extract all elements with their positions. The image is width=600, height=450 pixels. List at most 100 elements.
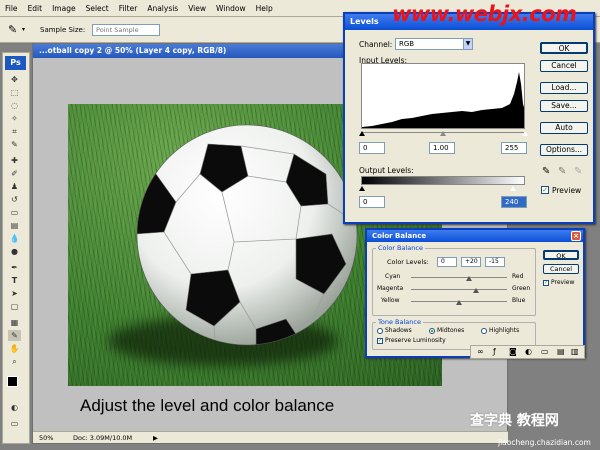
zoom-tool-icon[interactable]: ⌕ (8, 356, 21, 367)
levels-preview-checkbox[interactable]: ✓ (541, 186, 549, 194)
blur-tool-icon[interactable]: 💧 (8, 233, 21, 244)
menu-image[interactable]: Image (47, 0, 81, 17)
move-tool-icon[interactable]: ✥ (8, 74, 21, 85)
trash-icon[interactable]: ▥ (571, 347, 579, 356)
cyan-red-track (411, 277, 507, 278)
tutorial-caption: Adjust the level and color balance (80, 396, 335, 415)
output-black-thumb[interactable] (359, 186, 365, 191)
levels-auto-button[interactable]: Auto (540, 122, 588, 134)
gradient-tool-icon[interactable]: ▤ (8, 220, 21, 231)
levels-load-button[interactable]: Load... (540, 82, 588, 94)
crop-tool-icon[interactable]: ⌗ (8, 126, 21, 137)
color-level-1-field[interactable]: 0 (437, 257, 457, 267)
output-levels-label: Output Levels: (359, 166, 414, 175)
menu-filter[interactable]: Filter (114, 0, 143, 17)
chevron-down-icon[interactable]: ▼ (463, 38, 473, 50)
magenta-label: Magenta (377, 285, 404, 292)
color-level-3-field[interactable]: -15 (485, 257, 505, 267)
healing-brush-icon[interactable]: ✚ (8, 155, 21, 166)
menu-edit[interactable]: Edit (23, 0, 48, 17)
menu-select[interactable]: Select (81, 0, 114, 17)
shape-tool-icon[interactable]: ▢ (8, 301, 21, 312)
preserve-luminosity-checkbox[interactable]: ✓ (377, 338, 383, 344)
channel-label: Channel: (359, 40, 393, 49)
hand-tool-icon[interactable]: ✋ (8, 343, 21, 354)
color-balance-cancel-button[interactable]: Cancel (543, 264, 579, 274)
levels-cancel-button[interactable]: Cancel (540, 60, 588, 72)
screen-mode-icon[interactable]: ▭ (8, 418, 21, 429)
input-black-thumb[interactable] (359, 131, 365, 136)
chevron-down-icon[interactable]: ▾ (22, 26, 25, 33)
dodge-tool-icon[interactable]: ● (8, 246, 21, 257)
magenta-green-track (411, 289, 507, 290)
close-icon[interactable]: × (571, 231, 581, 241)
input-gamma-thumb[interactable] (440, 131, 446, 136)
adjustment-icon[interactable]: ◐ (525, 347, 532, 356)
input-black-field[interactable]: 0 (359, 142, 385, 154)
foreground-color-swatch[interactable] (7, 376, 18, 387)
white-eyedropper-icon[interactable]: ✎ (574, 166, 582, 177)
output-white-thumb[interactable] (510, 186, 516, 191)
color-balance-preview-label: Preview (551, 279, 575, 286)
output-gradient (361, 176, 525, 185)
pen-tool-icon[interactable]: ✒ (8, 262, 21, 273)
quick-mask-icon[interactable]: ◐ (8, 402, 21, 413)
highlights-radio[interactable] (481, 328, 487, 334)
histogram (361, 63, 525, 129)
magic-wand-icon[interactable]: ✧ (8, 113, 21, 124)
menu-file[interactable]: File (0, 0, 23, 17)
menu-help[interactable]: Help (251, 0, 278, 17)
green-label: Green (512, 285, 531, 292)
menu-view[interactable]: View (183, 0, 211, 17)
channel-select[interactable]: RGB (395, 38, 472, 50)
sample-size-select[interactable]: Point Sample (92, 24, 160, 36)
output-black-field[interactable]: 0 (359, 196, 385, 208)
photoshop-logo: Ps (5, 56, 26, 70)
mask-icon[interactable]: ◙ (509, 347, 517, 356)
link-icon[interactable]: ∞ (477, 347, 484, 356)
type-tool-icon[interactable]: T (8, 275, 21, 286)
magenta-green-slider[interactable] (473, 288, 480, 293)
menu-analysis[interactable]: Analysis (142, 0, 183, 17)
menu-window[interactable]: Window (211, 0, 251, 17)
color-balance-ok-button[interactable]: OK (543, 250, 579, 260)
fx-icon[interactable]: ƒ (493, 347, 496, 356)
stamp-tool-icon[interactable]: ♟ (8, 181, 21, 192)
doc-size-info: Doc: 3.09M/10.0M (73, 434, 133, 442)
output-white-field[interactable]: 240 (501, 196, 527, 208)
input-gamma-field[interactable]: 1.00 (429, 142, 455, 154)
zoom-readout[interactable]: 50% (39, 432, 53, 444)
status-arrow-icon[interactable]: ▶ (153, 432, 158, 444)
brush-tool-icon[interactable]: ✐ (8, 168, 21, 179)
folder-icon[interactable]: ▭ (541, 347, 549, 356)
input-white-thumb[interactable] (522, 131, 528, 136)
history-brush-icon[interactable]: ↺ (8, 194, 21, 205)
levels-save-button[interactable]: Save... (540, 100, 588, 112)
layers-panel-footer: ∞ ƒ ◙ ◐ ▭ ▤ ▥ (470, 345, 585, 359)
notes-tool-icon[interactable]: ▦ (8, 317, 21, 328)
levels-options-button[interactable]: Options... (540, 144, 588, 156)
eraser-tool-icon[interactable]: ▭ (8, 207, 21, 218)
levels-preview-label: Preview (552, 186, 582, 195)
path-select-icon[interactable]: ➤ (8, 288, 21, 299)
eyedropper-tool-icon[interactable]: ✎ (8, 139, 21, 150)
eyedropper-icon[interactable]: ✎ (8, 23, 17, 36)
eyedropper-active-icon[interactable]: ✎ (8, 330, 21, 341)
color-level-2-field[interactable]: +20 (461, 257, 481, 267)
cyan-red-slider[interactable] (465, 276, 472, 281)
watermark-bottom-url: jiaocheng.chazidian.com (498, 438, 591, 447)
levels-title: Levels (350, 17, 379, 26)
new-layer-icon[interactable]: ▤ (557, 347, 565, 356)
gray-eyedropper-icon[interactable]: ✎ (558, 166, 566, 177)
midtones-label: Midtones (437, 327, 465, 334)
color-balance-preview-checkbox[interactable]: ✓ (543, 280, 549, 286)
levels-dialog: Levels Channel: RGB ▼ Input Levels: 0 1.… (343, 12, 595, 224)
black-eyedropper-icon[interactable]: ✎ (542, 166, 550, 177)
yellow-blue-slider[interactable] (456, 300, 462, 305)
input-white-field[interactable]: 255 (501, 142, 527, 154)
lasso-tool-icon[interactable]: ◌ (8, 100, 21, 111)
shadows-radio[interactable] (377, 328, 383, 334)
marquee-tool-icon[interactable]: ⬚ (8, 87, 21, 98)
levels-ok-button[interactable]: OK (540, 42, 588, 54)
midtones-radio[interactable] (429, 328, 435, 334)
